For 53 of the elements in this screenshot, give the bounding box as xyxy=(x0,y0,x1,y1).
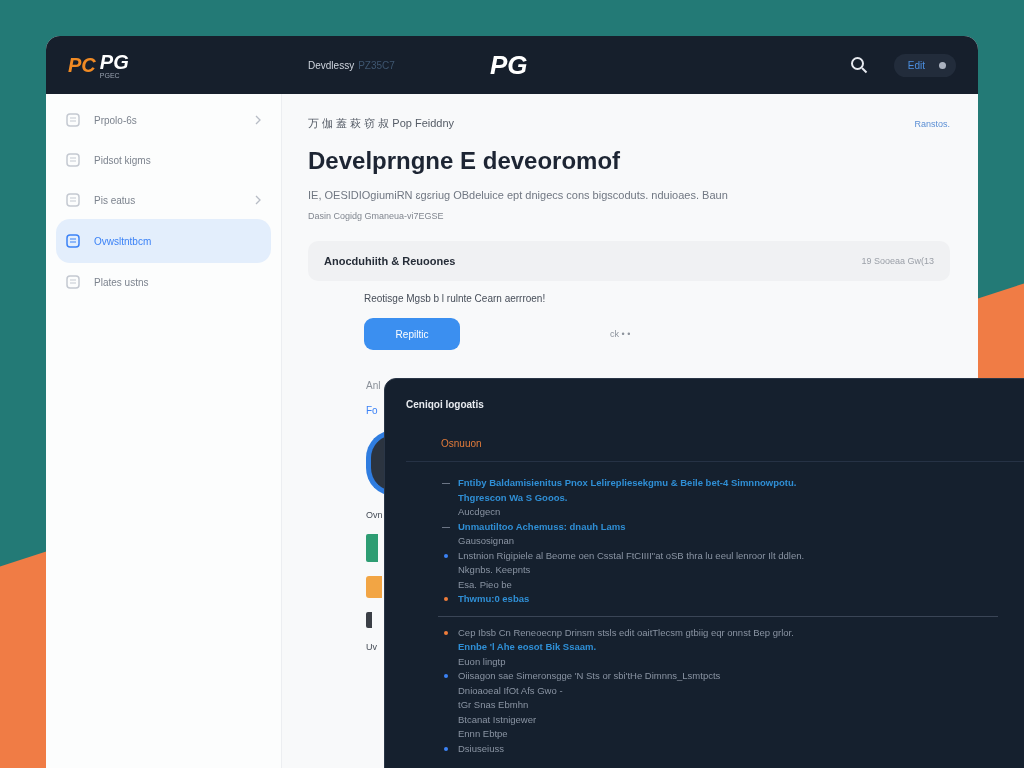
chevron-icon xyxy=(255,115,261,125)
nav-text: PZ35C7 xyxy=(358,59,395,71)
panel-text: Aucdgecn xyxy=(458,505,502,519)
description-text: IE, OESIDIOgiumiRN ɛgɛriug OBdeluice ept dnigecs cons bigscoduts. nduioaes. Baun xyxy=(308,189,729,201)
logo-text: PG xyxy=(99,51,129,72)
card-title: Anocduhiith & Reuoones xyxy=(324,255,456,267)
panel-text: Ennn Ebtpe xyxy=(458,727,509,741)
page-icon xyxy=(66,193,80,207)
panel-link[interactable]: Thwmu:0 esbas xyxy=(458,592,530,607)
nav-link[interactable]: Devdlessy xyxy=(308,59,355,71)
panel-link[interactable]: Thgrescon Wa S Gooos. xyxy=(458,490,797,505)
panel-link[interactable]: Fntiby Baldamisienitus Pnox Lelirepliesekgmu & Beile bet-4 Simnnowpotu. xyxy=(458,476,797,491)
sidebar-item[interactable]: Pidsot kigms xyxy=(56,140,271,180)
primary-button[interactable]: Repiltic xyxy=(364,318,460,350)
page-title: Develprngne E deveoromof xyxy=(308,147,622,175)
sidebar-item[interactable]: Prpolo-6s xyxy=(56,100,271,140)
panel-section-label: Osnuuon xyxy=(441,438,483,449)
page-icon xyxy=(66,153,80,167)
section-link[interactable]: Fo xyxy=(366,405,378,416)
panel-text: Esa. Pieo be xyxy=(458,577,513,592)
section-label: Anl xyxy=(366,380,381,391)
panel-link[interactable]: Unmautiltoo Achemuss: dnauh Lams xyxy=(458,519,626,534)
breadcrumb: 万 伽 蓋 萩 窃 叔 Pop Feiddny xyxy=(308,116,455,131)
panel-text: Euon lingtp xyxy=(458,654,507,669)
panel-text: Btcanat Istnigewer xyxy=(458,712,538,727)
logo-mark: PC xyxy=(68,53,96,77)
panel-text: Lnstnion Rigipiele al Beome oen Csstal FtCIIII"at oSB thra lu eeul lenroor Ilt ddlen. xyxy=(458,548,805,563)
chevron-icon xyxy=(255,195,261,205)
panel-text: Dsiuseiuss xyxy=(458,741,504,756)
card-meta: 19 Sooeaa Gw(13 xyxy=(861,256,934,266)
sidebar-item[interactable]: Ovwsltntbcm xyxy=(56,219,271,263)
page-icon xyxy=(66,234,80,248)
sidebar-item[interactable]: Pis eatus xyxy=(56,180,271,220)
page-icon xyxy=(66,113,80,127)
panel-link[interactable]: Ennbe 'l Ahe eosot Bik Ssaam. xyxy=(458,640,794,655)
panel-text: Nkgnbs. Keepnts xyxy=(458,563,532,577)
panel-text: Oiisagon sae Simeronsgge 'N Sts or sbi'tHe Dimnns_Lsmtpcts xyxy=(458,669,721,683)
sidebar-item[interactable]: Plates ustns xyxy=(56,262,271,302)
center-logo: PG xyxy=(490,50,528,81)
panel-text: tGr Snas Ebmhn xyxy=(458,698,530,712)
page-icon xyxy=(66,275,80,289)
note-text: Reotisge Mgsb b l rulnte Cearn aerrroen! xyxy=(364,293,547,304)
subline-text: Dasin Cogidg Gmaneua-vi7EGSE xyxy=(308,211,445,221)
panel-title: Ceniqoi Iogoatis xyxy=(406,399,485,410)
account-button[interactable]: Edit xyxy=(893,53,956,77)
panel-text: Gausosignan xyxy=(458,534,515,548)
faded-text: ck • • xyxy=(610,329,631,339)
panel-text: Dnioaoeal IfOt Afs Gwo - xyxy=(458,683,564,698)
caption-text: Uv xyxy=(366,642,377,652)
panel-text: Cep Ibsb Cn Reneoecnp Drinsm stsls edit oaitTlecsm gtbiig eqr onnst Bep grlor. xyxy=(458,625,794,640)
top-link[interactable]: Ranstos. xyxy=(914,118,950,129)
caption-text: Ovn xyxy=(366,510,383,520)
search-icon[interactable] xyxy=(849,56,868,74)
